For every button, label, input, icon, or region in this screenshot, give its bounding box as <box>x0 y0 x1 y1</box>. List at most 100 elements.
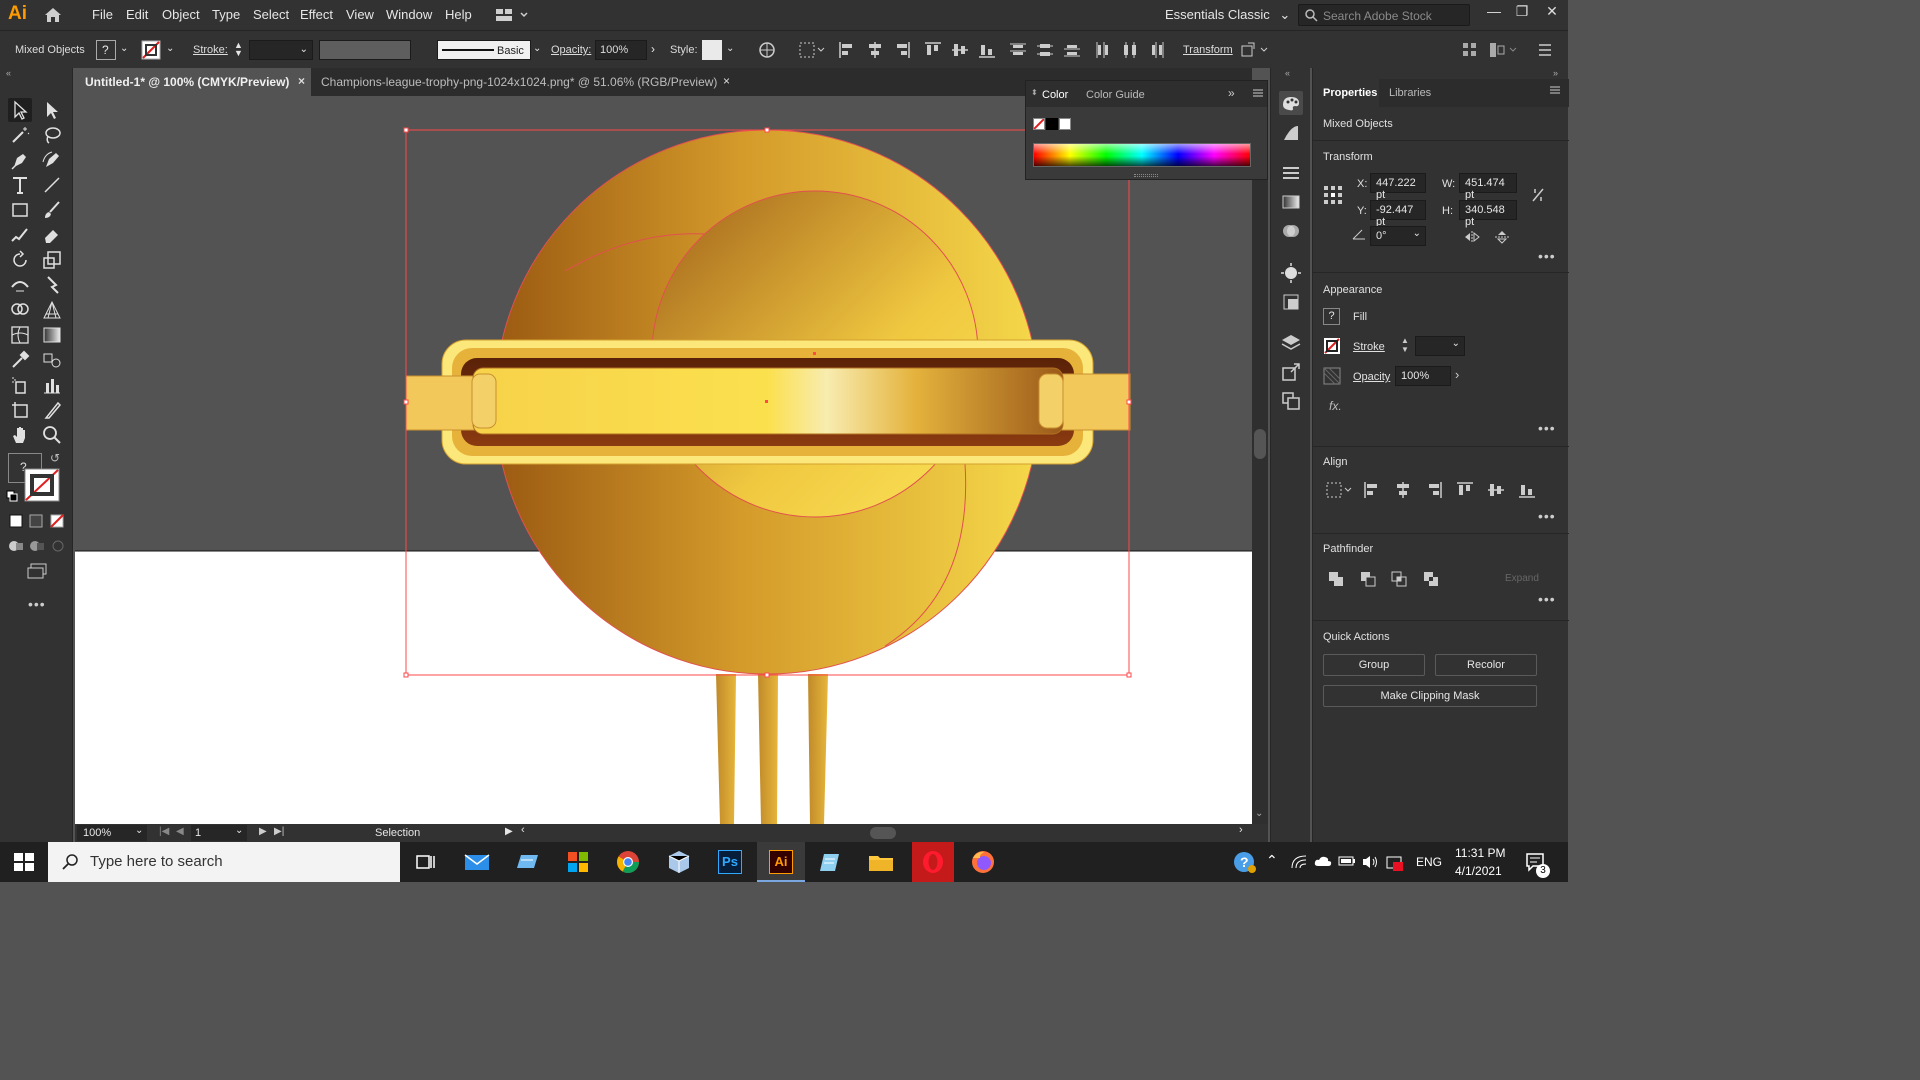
more-align-options-icon[interactable]: ••• <box>1538 508 1556 524</box>
home-icon[interactable] <box>43 6 63 24</box>
document-canvas[interactable] <box>75 96 1252 824</box>
align-to-selection-icon[interactable] <box>798 41 826 59</box>
restore-window-icon[interactable]: ❐ <box>1510 3 1534 25</box>
chevron-down-icon[interactable]: ⌄ <box>166 43 174 54</box>
fill-swatch[interactable]: ? <box>1323 308 1340 325</box>
vertical-scrollbar[interactable]: ⌄ <box>1252 96 1268 824</box>
stroke-label[interactable]: Stroke: <box>193 44 228 56</box>
magic-wand-tool-icon[interactable] <box>8 123 32 147</box>
show-hidden-icons-icon[interactable]: ⌃ <box>1266 852 1278 869</box>
align-to-selection-icon[interactable] <box>1325 481 1353 499</box>
transform-link[interactable]: Transform <box>1183 44 1233 56</box>
stroke-swatch[interactable] <box>1323 337 1341 355</box>
task-view-icon[interactable] <box>409 846 441 878</box>
flip-vertical-icon[interactable] <box>1494 230 1510 244</box>
menu-select[interactable]: Select <box>253 7 289 22</box>
panel-menu-icon[interactable] <box>1252 87 1264 99</box>
make-clipping-mask-button[interactable]: Make Clipping Mask <box>1323 685 1537 707</box>
expand-button[interactable]: Expand <box>1505 573 1539 584</box>
menu-view[interactable]: View <box>346 7 374 22</box>
rotate-tool-icon[interactable] <box>8 248 32 272</box>
workspace-switcher[interactable]: Essentials Classic ⌄ <box>1165 7 1290 23</box>
hand-tool-icon[interactable] <box>8 423 32 447</box>
stroke-indicator[interactable] <box>24 468 60 502</box>
arrange-icon[interactable] <box>1462 41 1478 59</box>
menu-window[interactable]: Window <box>386 7 432 22</box>
distribute-horizontal-center-icon[interactable] <box>1121 41 1139 59</box>
band-tab-left[interactable] <box>405 375 477 431</box>
curvature-tool-icon[interactable] <box>40 148 64 172</box>
pathfinder-unite-icon[interactable] <box>1327 570 1345 588</box>
align-right-icon[interactable] <box>893 41 911 59</box>
stroke-none-swatch[interactable] <box>141 40 161 60</box>
input-language[interactable]: ENG <box>1416 855 1442 869</box>
adobe-stock-search[interactable]: Search Adobe Stock <box>1298 4 1470 26</box>
layout-options-icon[interactable] <box>1489 41 1519 59</box>
stroke-weight-stepper[interactable]: ▲ ▼ <box>1401 336 1409 354</box>
zoom-tool-icon[interactable] <box>40 423 64 447</box>
stroke-weight-stepper[interactable]: ▲ ▼ <box>234 41 243 58</box>
brush-definition[interactable]: Basic <box>437 40 531 60</box>
menu-type[interactable]: Type <box>212 7 240 22</box>
firefox-app-icon[interactable] <box>967 846 999 878</box>
distribute-bottom-icon[interactable] <box>1063 41 1081 59</box>
trophy-leg-middle[interactable] <box>758 674 778 824</box>
mail-app-icon[interactable] <box>461 846 493 878</box>
3d-viewer-app-icon[interactable] <box>663 846 695 878</box>
notepad-app-icon[interactable] <box>815 846 847 878</box>
align-bottom-icon[interactable] <box>978 41 996 59</box>
taskbar-search[interactable]: Type here to search <box>48 842 400 882</box>
arrange-documents-icon[interactable] <box>495 8 529 22</box>
appearance-panel-icon[interactable] <box>1279 261 1303 285</box>
network-icon[interactable] <box>1290 854 1308 870</box>
distribute-top-icon[interactable] <box>1009 41 1027 59</box>
height-input[interactable]: 340.548 pt <box>1459 200 1517 228</box>
panel-menu-icon[interactable] <box>1549 84 1561 96</box>
collapse-panel-icon[interactable]: » <box>1228 86 1235 100</box>
edit-toolbar-more-icon[interactable]: ••• <box>28 596 46 612</box>
blend-tool-icon[interactable] <box>40 348 64 372</box>
tab-libraries[interactable]: Libraries <box>1389 87 1431 99</box>
scroll-left-icon[interactable]: ‹ <box>521 824 525 836</box>
align-right-icon[interactable] <box>1425 481 1443 499</box>
eyedropper-tool-icon[interactable] <box>8 348 32 372</box>
graphic-styles-panel-icon[interactable] <box>1279 290 1303 314</box>
width-tool-icon[interactable] <box>8 273 32 297</box>
status-menu-icon[interactable]: ▶ <box>505 826 513 837</box>
column-graph-tool-icon[interactable] <box>40 373 64 397</box>
gradient-mode-icon[interactable] <box>29 514 43 528</box>
more-transform-options-icon[interactable]: ••• <box>1538 248 1556 264</box>
align-left-icon[interactable] <box>1363 481 1381 499</box>
chevron-right-icon[interactable]: › <box>1455 367 1459 382</box>
perspective-grid-tool-icon[interactable] <box>40 298 64 322</box>
variable-width-profile[interactable] <box>319 40 411 60</box>
type-tool-icon[interactable] <box>8 173 32 197</box>
action-center-badge-icon[interactable] <box>1386 854 1404 872</box>
white-swatch[interactable] <box>1059 118 1071 130</box>
menu-file[interactable]: File <box>92 7 113 22</box>
menu-edit[interactable]: Edit <box>126 7 148 22</box>
swap-fill-stroke-icon[interactable]: ↺ <box>50 451 60 465</box>
horizontal-scrollbar-thumb[interactable] <box>870 827 896 839</box>
y-position-input[interactable]: -92.447 pt <box>1370 200 1426 228</box>
artboards-panel-icon[interactable] <box>1279 389 1303 413</box>
opacity-label[interactable]: Opacity <box>1353 371 1390 383</box>
tab-color-guide[interactable]: Color Guide <box>1086 89 1145 101</box>
first-artboard-icon[interactable]: |◀ <box>159 826 169 837</box>
tab-champions-league-trophy[interactable]: Champions-league-trophy-png-1024x1024.pn… <box>311 68 736 96</box>
artboard-tool-icon[interactable] <box>8 398 32 422</box>
panel-menu-icon[interactable] <box>1538 41 1552 59</box>
draw-behind-icon[interactable] <box>29 538 45 554</box>
rotation-input[interactable]: 0° ⌄ <box>1370 226 1426 246</box>
menu-object[interactable]: Object <box>162 7 200 22</box>
constrain-proportions-icon[interactable] <box>1531 187 1545 203</box>
color-spectrum-bar[interactable] <box>1033 143 1251 167</box>
collapse-icon-strip-icon[interactable]: « <box>1285 68 1290 78</box>
draw-inside-icon[interactable] <box>50 538 66 554</box>
panel-resize-handle[interactable] <box>1134 174 1158 177</box>
distribute-right-icon[interactable] <box>1148 41 1166 59</box>
pathfinder-exclude-icon[interactable] <box>1422 570 1440 588</box>
artwork[interactable] <box>75 96 1252 824</box>
pen-tool-icon[interactable] <box>8 148 32 172</box>
align-horizontal-center-icon[interactable] <box>1394 481 1412 499</box>
